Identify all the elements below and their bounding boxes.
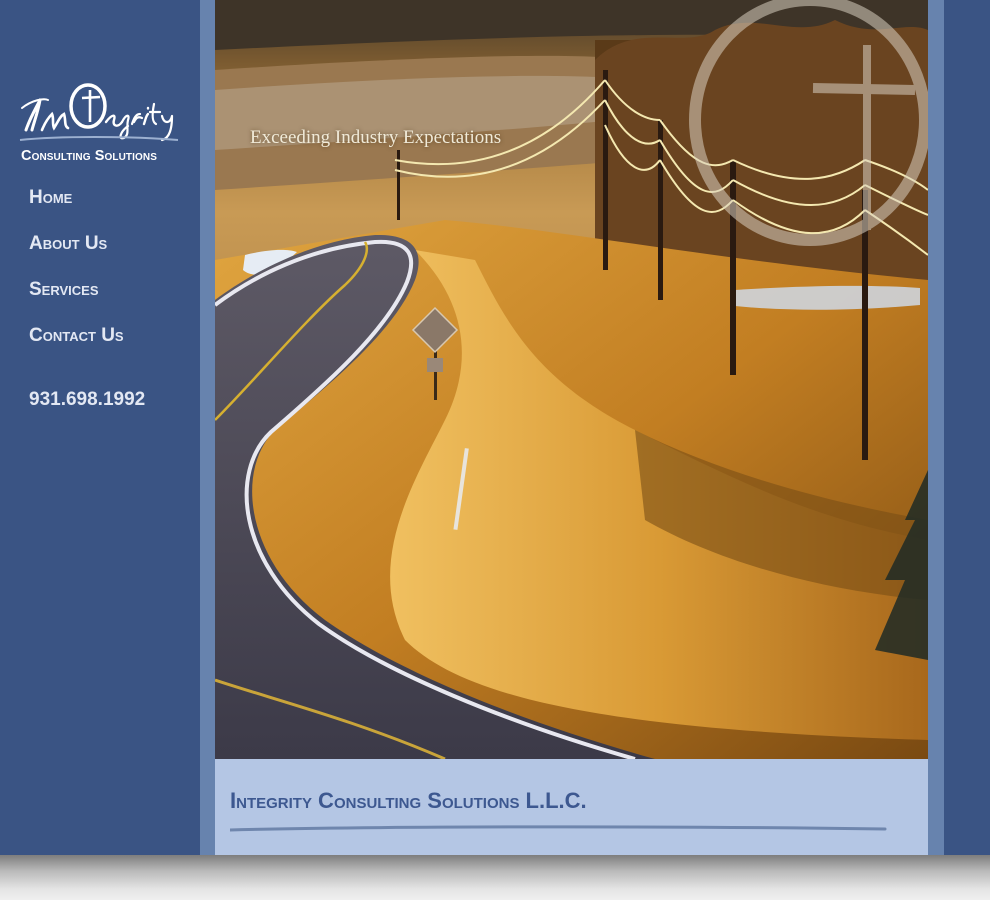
page-title: Integrity Consulting Solutions L.L.C. — [230, 788, 587, 813]
hero-image: Exceeding Industry Expectations — [215, 0, 928, 759]
sidebar: Consulting Solutions Home About Us Servi… — [0, 0, 200, 855]
phone-number: 931.698.1992 — [29, 389, 146, 410]
right-divider — [928, 0, 944, 855]
nav-item-contact-us[interactable]: Contact Us — [29, 322, 124, 368]
main-content: Integrity Consulting Solutions L.L.C. — [215, 759, 928, 855]
hero-tagline: Exceeding Industry Expectations — [250, 127, 502, 148]
logo-script-icon — [19, 83, 179, 142]
nav-item-about-us[interactable]: About Us — [29, 230, 124, 276]
logo[interactable]: Consulting Solutions — [18, 78, 188, 170]
logo-subtitle: Consulting Solutions — [21, 148, 157, 164]
left-divider — [200, 0, 215, 855]
bottom-shadow — [0, 855, 990, 900]
landscape-road-image — [215, 0, 928, 759]
page: Consulting Solutions Home About Us Servi… — [0, 0, 990, 900]
nav-item-services[interactable]: Services — [29, 276, 124, 322]
main-nav: Home About Us Services Contact Us — [29, 184, 124, 368]
title-underline-swash — [230, 825, 887, 832]
nav-item-home[interactable]: Home — [29, 184, 124, 230]
